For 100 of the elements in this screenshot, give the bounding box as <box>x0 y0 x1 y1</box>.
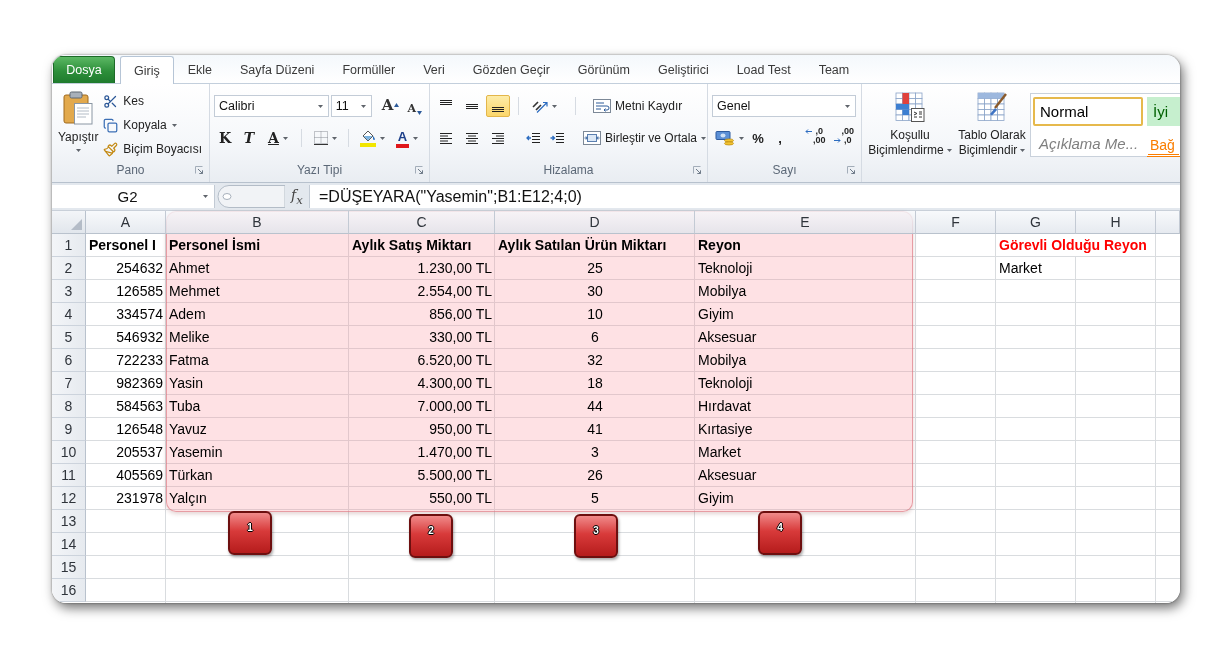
clipboard-icon <box>63 91 94 125</box>
shrink-font-button[interactable]: A <box>404 95 425 117</box>
increase-decimal-button[interactable]: ,0 ,00 <box>802 127 829 149</box>
table-header-cell-text: Aylık Satılan Ürün Miktarı <box>497 236 668 255</box>
cut-button[interactable]: Kes <box>100 89 205 113</box>
row-header[interactable]: 11 <box>52 464 86 487</box>
ribbon-tab[interactable]: Load Test <box>722 56 805 83</box>
ribbon-tab[interactable]: Formüller <box>328 56 410 83</box>
row-header[interactable]: 6 <box>52 349 86 372</box>
align-right-icon <box>492 132 504 144</box>
column-header[interactable]: B <box>166 211 349 234</box>
table-cell-text: 5 <box>590 489 600 508</box>
grow-font-button[interactable]: A <box>378 95 403 117</box>
row-header[interactable]: 5 <box>52 326 86 349</box>
caret-icon <box>946 149 952 153</box>
corner-arrow-icon[interactable] <box>415 165 423 174</box>
column-header[interactable]: A <box>86 211 166 234</box>
cell-style-option[interactable]: Açıklama Me... <box>1033 129 1143 157</box>
row-header[interactable]: 9 <box>52 418 86 441</box>
align-center-icon <box>466 132 478 144</box>
caret-icon <box>317 104 323 108</box>
copy-icon <box>103 117 119 133</box>
table-cell-text: 856,00 TL <box>428 305 493 324</box>
row-header[interactable]: 7 <box>52 372 86 395</box>
conditional-formatting-button[interactable]: Koşullu Biçimlendirme <box>866 87 954 160</box>
caret-icon <box>551 104 557 108</box>
triangle-up-icon <box>394 103 400 107</box>
table-cell-text: 7.000,00 TL <box>416 397 493 416</box>
table-cell-text: 44 <box>586 397 604 416</box>
ribbon-tab[interactable]: Veri <box>409 56 459 83</box>
row-header[interactable]: 10 <box>52 441 86 464</box>
table-cell-text: 32 <box>586 351 604 370</box>
table-cell-text: 30 <box>586 282 604 301</box>
column-header[interactable]: G <box>996 211 1076 234</box>
ribbon-tab[interactable]: Geliştirici <box>643 56 723 83</box>
paste-button[interactable]: Yapıştır <box>56 89 101 161</box>
merge-center-button[interactable]: Birleştir ve Ortala <box>580 126 710 150</box>
format-as-table-button[interactable]: Tablo Olarak Biçimlendir <box>954 87 1030 160</box>
align-left-icon <box>440 132 452 144</box>
table-cell-text: Aksesuar <box>697 328 758 347</box>
table-cell-text: 5.500,00 TL <box>416 466 493 485</box>
number-format-dropdown[interactable]: Genel <box>712 95 856 117</box>
vertical-align-button[interactable] <box>486 95 510 117</box>
column-header[interactable]: F <box>916 211 996 234</box>
font-size-dropdown[interactable]: 11 <box>330 95 372 117</box>
row-header[interactable]: 15 <box>52 556 86 579</box>
row-header[interactable]: 8 <box>52 395 86 418</box>
italic-button[interactable]: T <box>238 127 260 149</box>
step-marker: 3 <box>574 514 618 558</box>
outdent-icon <box>525 132 541 144</box>
insert-function-button[interactable]: f$_{x}$ <box>285 185 309 208</box>
table-cell-text: 41 <box>586 420 604 439</box>
table-cell-text: Mobilya <box>697 282 748 301</box>
table-cell-text: 1.230,00 TL <box>416 259 493 278</box>
font-name-dropdown[interactable]: Calibri <box>214 95 329 117</box>
row-header[interactable]: 14 <box>52 533 86 556</box>
row-header[interactable]: 3 <box>52 280 86 303</box>
group-label: Hizalama <box>543 162 594 177</box>
font-color-button[interactable]: A <box>391 127 423 149</box>
table-cell-text: Aksesuar <box>697 466 758 485</box>
cell-style-option[interactable]: Normal <box>1033 97 1143 126</box>
formula-input[interactable]: =DÜŞEYARA("Yasemin";B1:E12;4;0) <box>309 185 1180 208</box>
decrease-decimal-button[interactable]: ,00 ,0 <box>830 127 858 149</box>
paintbrush-icon <box>103 141 119 157</box>
table-cell-text: Yasin <box>168 374 204 393</box>
wrap-text-button[interactable]: Metni Kaydır <box>590 94 686 118</box>
ribbon-tab[interactable]: Ekle <box>173 56 227 83</box>
arrow-left-icon <box>805 129 812 134</box>
row-header[interactable]: 12 <box>52 487 86 510</box>
ribbon-tab[interactable]: Team <box>804 56 864 83</box>
bold-button[interactable]: K <box>214 127 236 149</box>
step-marker: 2 <box>409 514 453 558</box>
resize-handle-icon[interactable] <box>215 185 285 208</box>
ribbon-tab[interactable]: Görünüm <box>563 56 644 83</box>
table-header-cell-text: Personel I <box>88 236 157 255</box>
corner-arrow-icon[interactable] <box>693 165 701 174</box>
column-header[interactable]: C <box>349 211 495 234</box>
corner-arrow-icon[interactable] <box>195 166 203 174</box>
column-header[interactable]: E <box>695 211 916 234</box>
caret-icon <box>360 104 366 108</box>
row-header[interactable]: 13 <box>52 510 86 533</box>
ribbon-tab[interactable]: Giriş <box>120 56 174 84</box>
corner-arrow-icon[interactable] <box>847 165 855 174</box>
copy-button[interactable]: Kopyala <box>100 113 205 137</box>
name-box[interactable]: G2 <box>52 185 215 208</box>
format-painter-button[interactable]: Biçim Boyacısı <box>100 137 205 161</box>
row-header[interactable]: 2 <box>52 257 86 280</box>
column-header[interactable]: D <box>495 211 695 234</box>
comma-button[interactable]: , <box>770 127 790 149</box>
row-header[interactable]: 1 <box>52 234 86 257</box>
row-header[interactable]: 16 <box>52 579 86 602</box>
cell-style-option[interactable]: İyi <box>1147 97 1180 126</box>
table-cell-text: Adem <box>168 305 207 324</box>
file-tab[interactable]: Dosya <box>53 56 115 83</box>
underline-button[interactable]: A <box>262 127 294 149</box>
row-header[interactable]: 4 <box>52 303 86 326</box>
column-header[interactable]: H <box>1076 211 1156 234</box>
percent-button[interactable]: % <box>748 127 768 149</box>
ribbon-tab[interactable]: Sayfa Düzeni <box>226 56 329 83</box>
ribbon-tab[interactable]: Gözden Geçir <box>458 56 564 83</box>
